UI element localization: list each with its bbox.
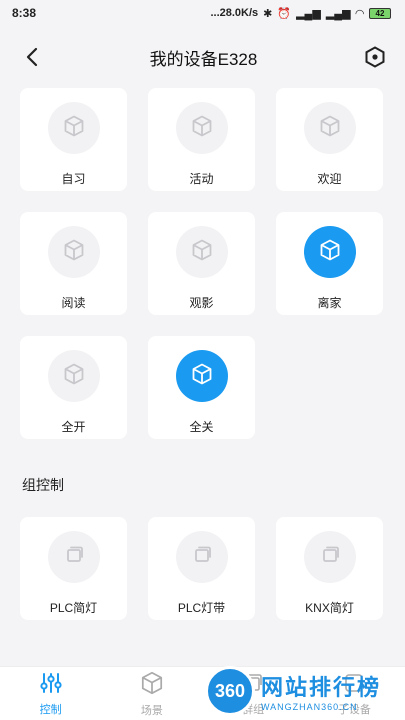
settings-button[interactable] [361, 43, 389, 71]
scene-card[interactable]: 全关 [148, 336, 255, 439]
scene-icon-circle [175, 226, 228, 278]
scene-card[interactable]: 全开 [20, 336, 127, 439]
scene-label: 自习 [61, 172, 86, 186]
group-grid: PLC简灯 PLC灯带 KNX简灯 [20, 517, 385, 620]
main-content: 自习 活动 欢迎阅读 观影 离家全开 全关 组控制 PLC简灯 PLC灯带 KNX简灯 [0, 88, 405, 620]
scene-label: 全开 [61, 420, 86, 434]
scene-label: 观影 [189, 296, 214, 310]
cube-icon [190, 362, 214, 391]
sliders-icon [39, 671, 63, 701]
scene-label: 活动 [189, 172, 214, 186]
scene-card[interactable]: 自习 [20, 88, 127, 191]
chevron-left-icon [26, 47, 38, 67]
scene-label: 欢迎 [317, 172, 342, 186]
scene-card[interactable]: 观影 [148, 212, 255, 315]
back-button[interactable] [18, 43, 46, 71]
group-label: PLC灯带 [177, 601, 226, 615]
group-label: PLC简灯 [49, 601, 98, 615]
scene-grid: 自习 活动 欢迎阅读 观影 离家全开 全关 [20, 88, 385, 439]
group-card[interactable]: PLC简灯 [20, 517, 127, 620]
tab-item[interactable]: 控制 [11, 671, 91, 717]
status-icons: ...28.0K/s ✱ ⏰ ▂▄▆ ▂▄▆ ◠ 42 [210, 7, 391, 20]
scene-icon-circle [303, 226, 356, 278]
scene-icon-circle [47, 226, 100, 278]
group-icon [62, 543, 86, 572]
tab-item[interactable]: 场景 [112, 670, 192, 718]
scene-label: 阅读 [61, 296, 86, 310]
cube-icon [318, 114, 342, 143]
signal-icon: ▂▄▆ [296, 7, 321, 20]
battery-level: 42 [375, 8, 385, 18]
hexagon-settings-icon [365, 46, 385, 68]
scene-icon-circle [175, 350, 228, 402]
scene-card[interactable]: 欢迎 [276, 88, 383, 191]
cube-icon [190, 238, 214, 267]
group-label: KNX简灯 [305, 601, 354, 615]
wifi-icon: ◠ [355, 7, 364, 20]
cube-icon [62, 114, 86, 143]
status-time: 8:38 [12, 6, 37, 20]
page-title: 我的设备E328 [149, 49, 258, 69]
group-card[interactable]: PLC灯带 [148, 517, 255, 620]
scene-icon-circle [47, 350, 100, 402]
watermark-main: 网站排行榜 [260, 675, 381, 700]
group-icon-circle [47, 531, 100, 583]
group-icon [318, 543, 342, 572]
scene-icon-circle [47, 102, 100, 154]
header: 我的设备E328 [0, 26, 405, 88]
bluetooth-icon: ✱ [263, 7, 273, 20]
group-card[interactable]: KNX简灯 [276, 517, 383, 620]
scene-icon-circle [303, 102, 356, 154]
group-icon-circle [175, 531, 228, 583]
cube-icon [62, 362, 86, 391]
tab-label: 场景 [140, 704, 163, 717]
cube-icon [190, 114, 214, 143]
status-bar: 8:38 ...28.0K/s ✱ ⏰ ▂▄▆ ▂▄▆ ◠ 42 [0, 0, 405, 26]
cube-icon [62, 238, 86, 267]
watermark-badge: 360 [204, 666, 255, 716]
scene-card[interactable]: 阅读 [20, 212, 127, 315]
scene-card[interactable]: 离家 [276, 212, 383, 315]
scene-label: 离家 [317, 296, 342, 310]
scene-card[interactable]: 活动 [148, 88, 255, 191]
cube-icon [318, 238, 342, 267]
group-icon [190, 543, 214, 572]
signal-icon-2: ▂▄▆ [325, 7, 351, 20]
section-title-group: 组控制 [22, 477, 64, 493]
battery-icon: 42 [369, 7, 391, 19]
watermark-text: 网站排行榜 WANGZHAN360.CN [261, 670, 381, 712]
scene-label: 全关 [189, 420, 214, 434]
watermark-sub: WANGZHAN360.CN [260, 702, 358, 712]
group-icon-circle [303, 531, 356, 583]
watermark-logo: 360 网站排行榜 WANGZHAN360.CN [204, 666, 381, 716]
scene-icon-circle [175, 102, 228, 154]
alarm-icon: ⏰ [277, 7, 292, 20]
tab-label: 控制 [39, 703, 62, 716]
net-speed: ...28.0K/s [210, 7, 259, 19]
cube-icon [139, 670, 165, 702]
